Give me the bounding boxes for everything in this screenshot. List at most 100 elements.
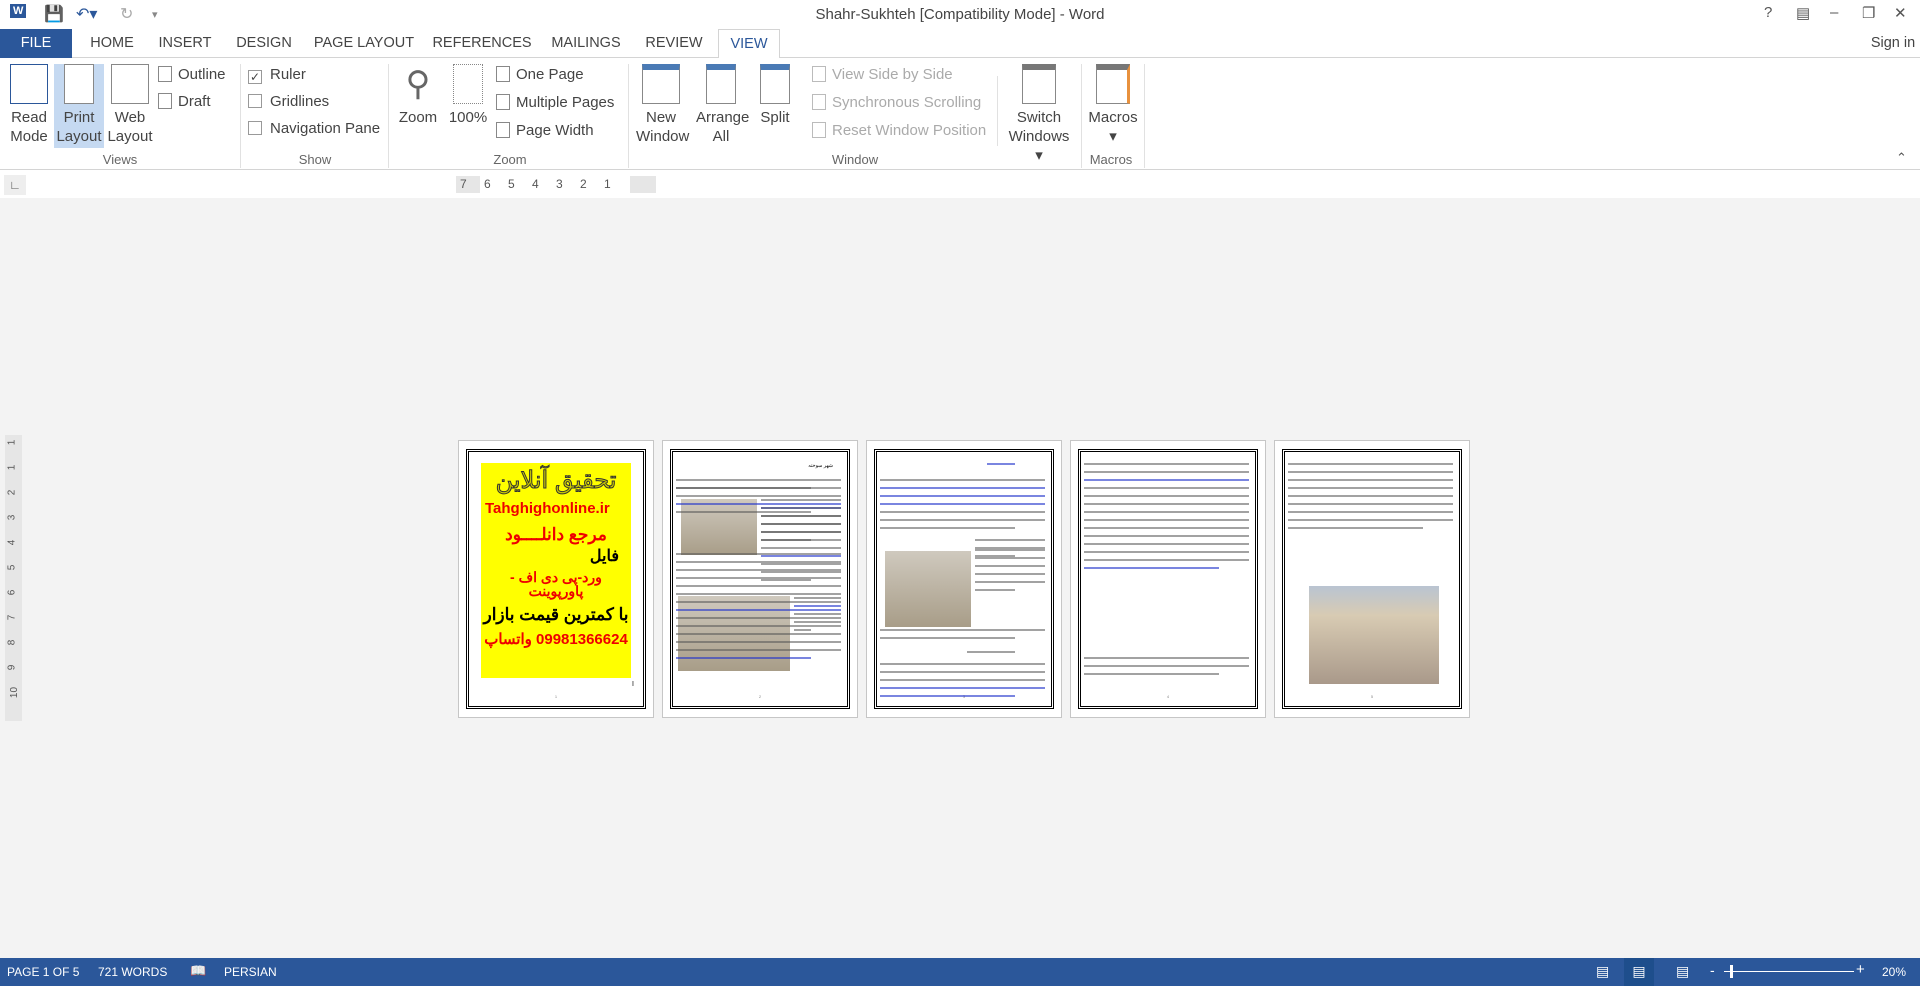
print-layout-icon (64, 64, 94, 104)
page-number: 1 (459, 694, 653, 699)
text-line (975, 573, 1045, 575)
zoom-in-icon[interactable]: + (1856, 961, 1865, 978)
outline-button[interactable]: Outline (158, 64, 226, 86)
text-line (880, 487, 1045, 489)
page-4[interactable]: 4 (1070, 440, 1266, 718)
tab-selector-button[interactable]: ∟ (4, 175, 26, 195)
divider (997, 76, 998, 146)
web-layout-button[interactable]: Web Layout (104, 64, 156, 146)
word-count[interactable]: 721 WORDS (98, 965, 167, 979)
zoom-100-button[interactable]: 100% (446, 64, 490, 127)
text-line (676, 577, 841, 579)
ruler-tick: 9 (6, 665, 17, 671)
read-mode-icon (10, 64, 48, 104)
page-5[interactable]: 5 (1274, 440, 1470, 718)
minimize-icon[interactable]: – (1830, 4, 1838, 21)
navigation-pane-checkbox[interactable]: Navigation Pane (248, 118, 380, 140)
text-line (676, 617, 841, 619)
page-3[interactable]: 3 (866, 440, 1062, 718)
ruler-tick: 5 (6, 565, 17, 571)
ribbon-display-icon[interactable]: ▤ (1796, 4, 1810, 22)
read-mode-button[interactable]: Read Mode (4, 64, 54, 146)
tab-file[interactable]: FILE (0, 29, 72, 58)
help-icon[interactable]: ? (1764, 4, 1772, 21)
text-line (761, 571, 841, 573)
ruler-tick: 6 (484, 177, 491, 191)
text-line (1288, 511, 1453, 513)
text-line (880, 519, 1045, 521)
reset-window-position-button[interactable]: Reset Window Position (812, 120, 986, 142)
text-line (1288, 471, 1453, 473)
text-line (761, 555, 841, 557)
text-line (975, 565, 1045, 567)
ruler-tick: 4 (532, 177, 539, 191)
text-line (1084, 479, 1249, 481)
text-line (676, 479, 841, 481)
synchronous-scrolling-button[interactable]: Synchronous Scrolling (812, 92, 981, 114)
text-line (1084, 519, 1249, 521)
tab-view[interactable]: VIEW (718, 29, 780, 59)
macros-icon (1096, 64, 1130, 104)
print-layout-view-icon[interactable]: ▤ (1624, 958, 1654, 986)
zoom-slider[interactable] (1724, 971, 1854, 972)
new-window-icon (642, 64, 680, 104)
zoom-level[interactable]: 20% (1882, 965, 1906, 979)
collapse-ribbon-icon[interactable]: ⌃ (1896, 150, 1907, 166)
page-width-button[interactable]: Page Width (496, 120, 594, 142)
close-icon[interactable]: ✕ (1894, 4, 1907, 22)
tab-mailings[interactable]: MAILINGS (546, 29, 626, 58)
vertical-ruler[interactable]: 1 1 2 3 4 5 6 7 8 9 10 (5, 435, 22, 721)
text-line (1288, 495, 1453, 497)
language[interactable]: PERSIAN (224, 965, 277, 979)
ruler-checkbox[interactable]: ✓ Ruler (248, 64, 306, 86)
view-side-by-side-button[interactable]: View Side by Side (812, 64, 953, 86)
read-mode-view-icon[interactable]: ▤ (1596, 963, 1609, 980)
text-line (1084, 487, 1249, 489)
arrange-all-button[interactable]: Arrange All (692, 64, 750, 146)
ruler-tick: 2 (6, 490, 17, 496)
zoom-slider-thumb[interactable] (1730, 965, 1733, 978)
horizontal-ruler[interactable]: 7 6 5 4 3 2 1 (456, 176, 656, 193)
status-bar: PAGE 1 OF 5 721 WORDS 📖 PERSIAN ▤ ▤ ▤ - … (0, 958, 1920, 986)
restore-icon[interactable]: ❐ (1862, 4, 1875, 22)
proofing-icon[interactable]: 📖 (190, 963, 206, 979)
one-page-button[interactable]: One Page (496, 64, 584, 86)
zoom-button[interactable]: ⚲ Zoom (394, 64, 442, 127)
page-1[interactable]: تحقیق آنلاین Tahghighonline.ir مرجع دانل… (458, 440, 654, 718)
tab-review[interactable]: REVIEW (636, 29, 712, 58)
web-layout-view-icon[interactable]: ▤ (1676, 963, 1689, 980)
text-line (1288, 463, 1453, 465)
sign-in-link[interactable]: Sign in (1866, 29, 1920, 58)
text-line (1288, 479, 1453, 481)
switch-windows-button[interactable]: Switch Windows ▾ (1000, 64, 1078, 165)
gridlines-checkbox[interactable]: Gridlines (248, 91, 329, 113)
new-window-button[interactable]: New Window (632, 64, 690, 146)
multiple-pages-button[interactable]: Multiple Pages (496, 92, 614, 114)
page-2[interactable]: شهر سوخته 2 (662, 440, 858, 718)
text-line (880, 503, 1045, 505)
ruler-tick: 5 (508, 177, 515, 191)
text-line (975, 557, 1045, 559)
text-line (1084, 567, 1219, 569)
split-button[interactable]: Split (752, 64, 798, 127)
tab-home[interactable]: HOME (82, 29, 142, 58)
text-line (1084, 657, 1249, 659)
print-layout-button[interactable]: Print Layout (54, 64, 104, 148)
draft-button[interactable]: Draft (158, 91, 211, 113)
ruler-tick: 2 (580, 177, 587, 191)
tab-page-layout[interactable]: PAGE LAYOUT (310, 29, 418, 58)
tab-design[interactable]: DESIGN (228, 29, 300, 58)
text-line (975, 549, 1045, 551)
page-count[interactable]: PAGE 1 OF 5 (7, 965, 79, 979)
arrange-all-icon (706, 64, 736, 104)
macros-button[interactable]: Macros ▾ (1084, 64, 1142, 146)
photo-ruins (885, 551, 971, 627)
zoom-out-icon[interactable]: - (1710, 962, 1715, 978)
text-line (676, 609, 841, 611)
ruler-tick: 4 (6, 540, 17, 546)
text-line (1084, 503, 1249, 505)
tab-references[interactable]: REFERENCES (428, 29, 536, 58)
text-line (975, 589, 1015, 591)
text-line (676, 641, 841, 643)
tab-insert[interactable]: INSERT (152, 29, 218, 58)
